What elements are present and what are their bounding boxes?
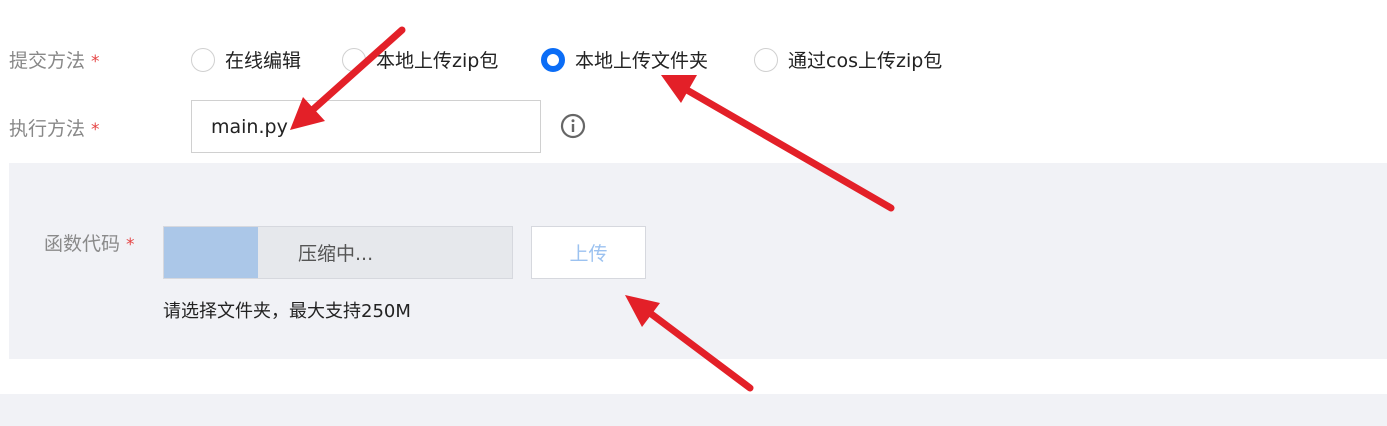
radio-button-icon[interactable] <box>191 47 215 72</box>
radio-label: 在线编辑 <box>225 50 302 72</box>
function-code-hint: 请选择文件夹，最大支持250M <box>163 301 411 322</box>
arrowhead-icon <box>661 75 697 103</box>
exec-method-label: 执行方法 * <box>9 118 100 140</box>
radio-local-folder[interactable]: 本地上传文件夹 <box>541 46 708 73</box>
info-circle-icon[interactable] <box>560 113 586 143</box>
upload-button-label: 上传 <box>569 243 608 265</box>
submit-method-label: 提交方法 * <box>9 50 100 72</box>
upload-button[interactable]: 上传 <box>531 226 646 279</box>
radio-label: 本地上传文件夹 <box>575 50 709 72</box>
required-mark: * <box>126 235 135 255</box>
exec-method-value: main.py <box>211 115 288 138</box>
next-section-background <box>0 394 1387 426</box>
function-code-label: 函数代码 * <box>44 233 135 255</box>
radio-button-icon[interactable] <box>342 47 366 72</box>
radio-button-checked-icon[interactable] <box>541 47 565 72</box>
radio-label: 本地上传zip包 <box>376 50 499 72</box>
required-mark: * <box>91 120 100 140</box>
required-mark: * <box>91 52 100 72</box>
radio-label: 通过cos上传zip包 <box>788 50 943 72</box>
radio-button-icon[interactable] <box>754 47 778 72</box>
radio-local-zip[interactable]: 本地上传zip包 <box>342 46 498 73</box>
radio-online-edit[interactable]: 在线编辑 <box>191 46 301 73</box>
progress-fill <box>164 227 258 278</box>
upload-progress-bar: 压缩中... <box>163 226 513 279</box>
radio-cos-zip[interactable]: 通过cos上传zip包 <box>754 46 942 73</box>
exec-method-input[interactable]: main.py <box>191 100 541 153</box>
progress-text: 压缩中... <box>298 243 374 265</box>
